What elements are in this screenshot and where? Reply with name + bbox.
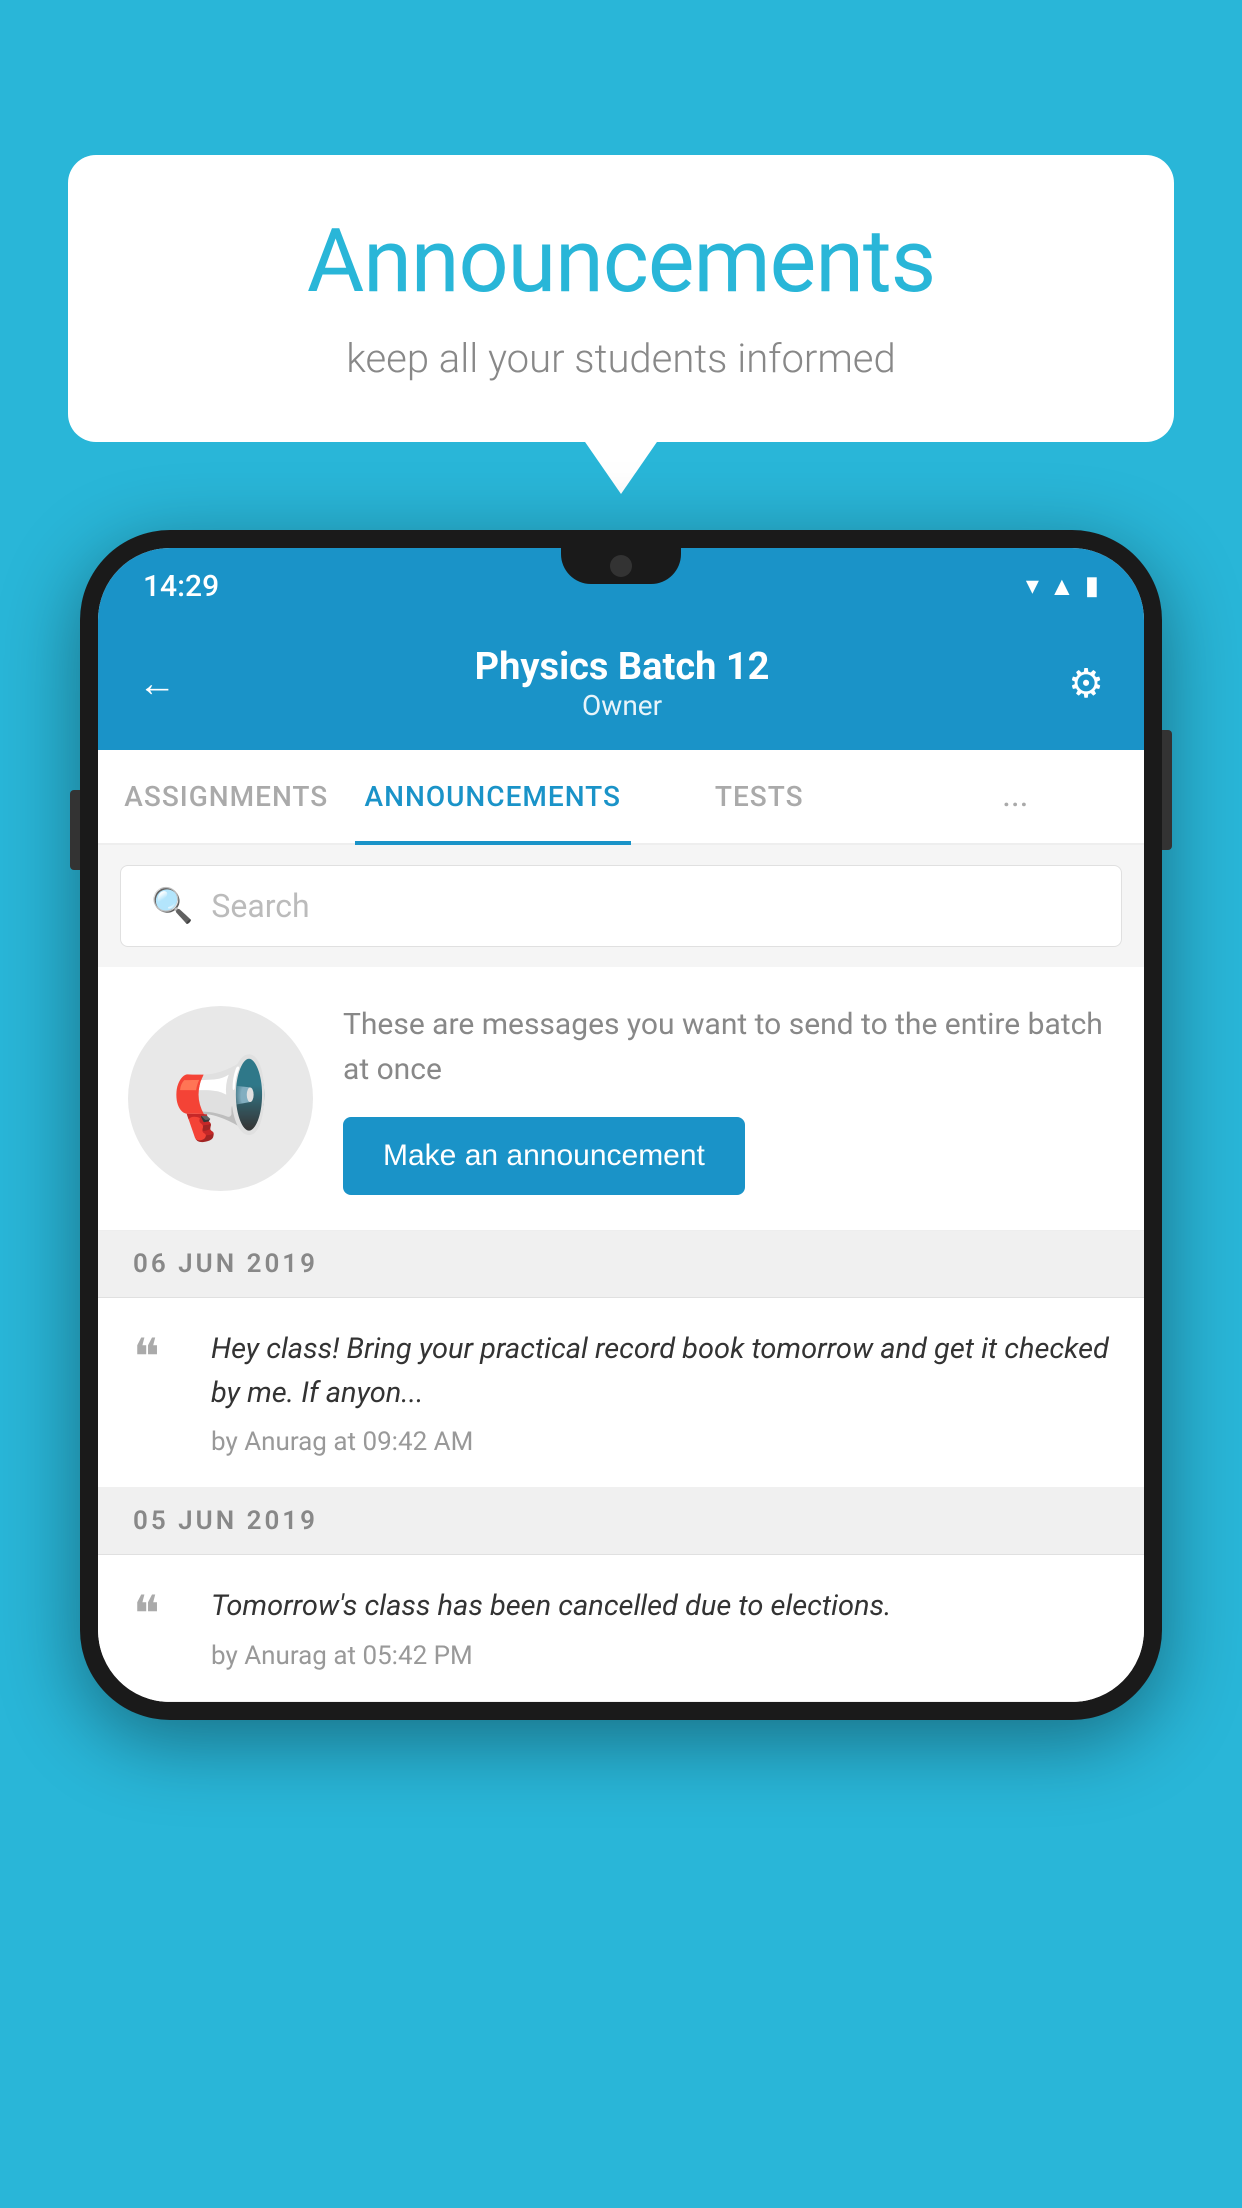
megaphone-icon: 📢: [171, 1052, 271, 1146]
search-icon: 🔍: [151, 886, 193, 926]
batch-role: Owner: [475, 689, 770, 722]
tabs: ASSIGNMENTS ANNOUNCEMENTS TESTS ...: [98, 750, 1144, 845]
announcement-prompt: 📢 These are messages you want to send to…: [98, 967, 1144, 1231]
tab-assignments[interactable]: ASSIGNMENTS: [98, 750, 355, 843]
power-button: [1162, 730, 1172, 850]
speech-bubble-subtitle: keep all your students informed: [128, 335, 1114, 382]
battery-icon: ▮: [1085, 571, 1099, 601]
header-title-block: Physics Batch 12 Owner: [475, 645, 770, 722]
phone-container: 14:29 ▾ ▲ ▮ ← Physics Batch 12 Owner ⚙ A…: [80, 530, 1162, 2208]
wifi-icon: ▾: [1026, 571, 1039, 601]
announcement-content-1: Hey class! Bring your practical record b…: [211, 1328, 1109, 1457]
quote-icon-2: ❝: [133, 1590, 183, 1640]
signal-icon: ▲: [1049, 571, 1075, 602]
announcement-meta-1: by Anurag at 09:42 AM: [211, 1427, 1109, 1457]
make-announcement-button[interactable]: Make an announcement: [343, 1117, 745, 1195]
announcement-text-1: Hey class! Bring your practical record b…: [211, 1328, 1109, 1415]
date-separator-2: 05 JUN 2019: [98, 1488, 1144, 1555]
tab-announcements[interactable]: ANNOUNCEMENTS: [355, 750, 631, 843]
front-camera: [610, 555, 632, 577]
batch-title: Physics Batch 12: [475, 645, 770, 689]
tab-more[interactable]: ...: [887, 750, 1144, 843]
quote-icon-1: ❝: [133, 1333, 183, 1383]
phone-screen: 14:29 ▾ ▲ ▮ ← Physics Batch 12 Owner ⚙ A…: [98, 548, 1144, 1702]
phone: 14:29 ▾ ▲ ▮ ← Physics Batch 12 Owner ⚙ A…: [80, 530, 1162, 1720]
search-input[interactable]: Search: [211, 887, 309, 925]
search-container: 🔍 Search: [98, 845, 1144, 967]
megaphone-circle: 📢: [128, 1006, 313, 1191]
notch: [561, 548, 681, 584]
speech-bubble-title: Announcements: [128, 210, 1114, 313]
speech-bubble: Announcements keep all your students inf…: [68, 155, 1174, 442]
settings-icon[interactable]: ⚙: [1068, 660, 1104, 707]
date-separator-1: 06 JUN 2019: [98, 1231, 1144, 1298]
tab-tests[interactable]: TESTS: [631, 750, 888, 843]
speech-bubble-container: Announcements keep all your students inf…: [68, 155, 1174, 442]
status-icons: ▾ ▲ ▮: [1026, 571, 1099, 602]
announcement-description: These are messages you want to send to t…: [343, 1002, 1114, 1092]
volume-button: [70, 790, 80, 870]
announcement-item-2[interactable]: ❝ Tomorrow's class has been cancelled du…: [98, 1555, 1144, 1702]
announcement-text-2: Tomorrow's class has been cancelled due …: [211, 1585, 1109, 1629]
back-button[interactable]: ←: [138, 662, 176, 706]
search-bar[interactable]: 🔍 Search: [120, 865, 1122, 947]
announcement-right: These are messages you want to send to t…: [343, 1002, 1114, 1195]
app-header: ← Physics Batch 12 Owner ⚙: [98, 620, 1144, 750]
announcement-meta-2: by Anurag at 05:42 PM: [211, 1641, 1109, 1671]
announcement-content-2: Tomorrow's class has been cancelled due …: [211, 1585, 1109, 1671]
status-time: 14:29: [143, 569, 219, 604]
announcement-item-1[interactable]: ❝ Hey class! Bring your practical record…: [98, 1298, 1144, 1488]
